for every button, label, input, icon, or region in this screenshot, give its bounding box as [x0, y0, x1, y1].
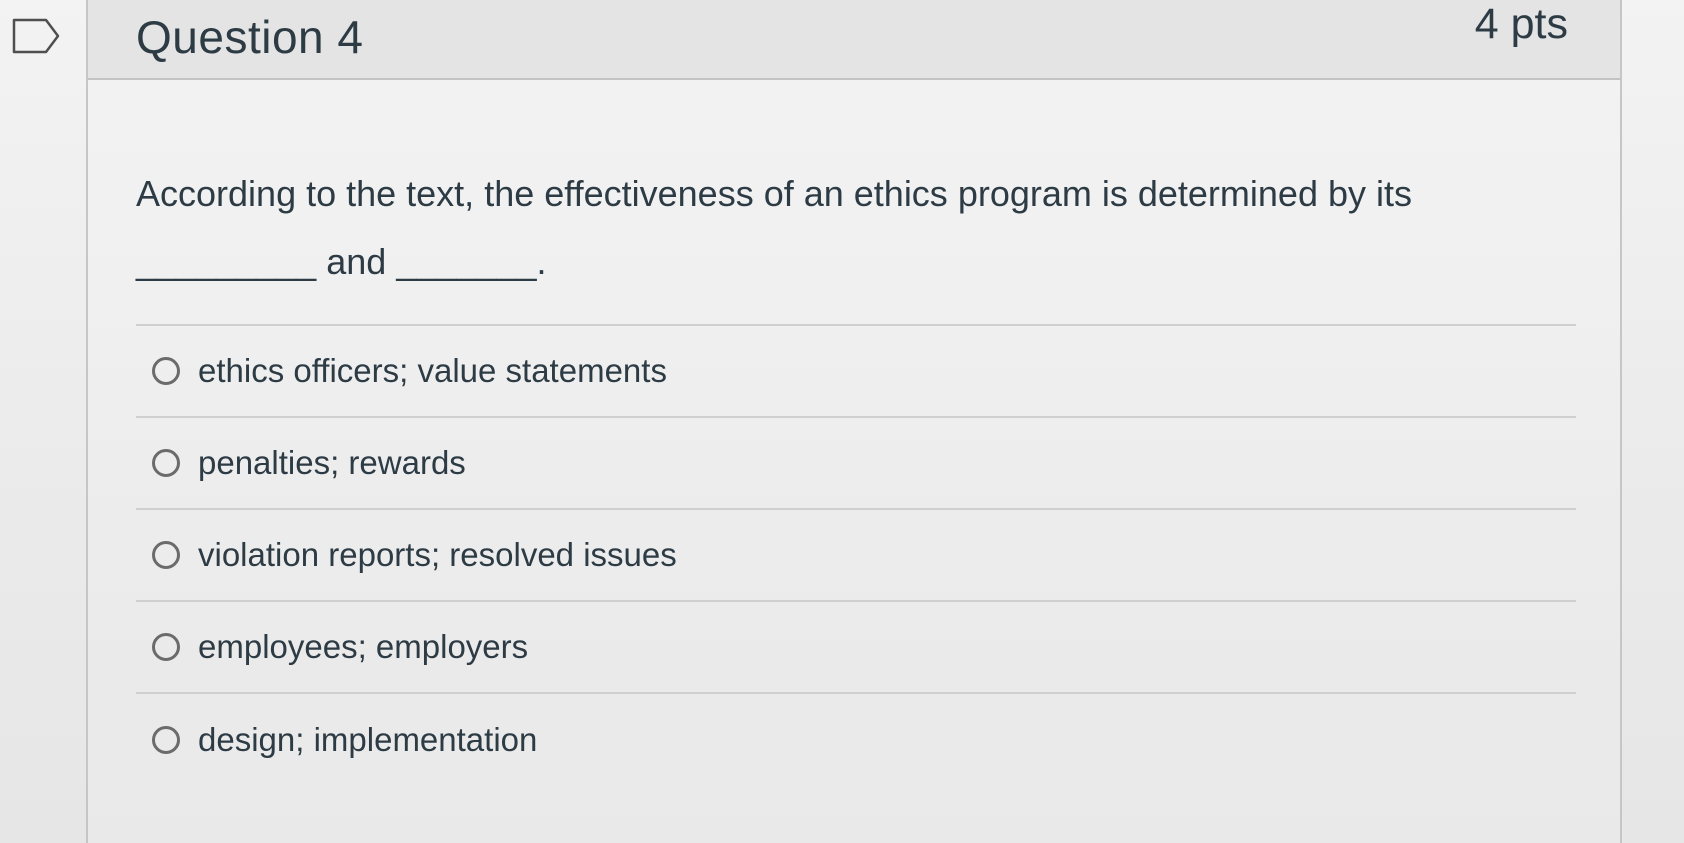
radio-button[interactable]	[152, 726, 180, 754]
question-title: Question 4	[136, 11, 364, 63]
answer-label: design; implementation	[198, 721, 538, 758]
answer-list: ethics officers; value statements penalt…	[136, 324, 1576, 786]
question-text-end: .	[536, 241, 547, 282]
question-card: Question 4 4 pts According to the text, …	[86, 0, 1622, 843]
answer-option[interactable]: ethics officers; value statements	[136, 326, 1576, 418]
answer-label: employees; employers	[198, 628, 529, 665]
radio-button[interactable]	[152, 633, 180, 661]
answer-label: violation reports; resolved issues	[198, 536, 677, 573]
question-text: According to the text, the effectiveness…	[136, 160, 1556, 296]
radio-button[interactable]	[152, 357, 180, 385]
answer-option[interactable]: violation reports; resolved issues	[136, 510, 1576, 602]
question-header: Question 4 4 pts	[88, 0, 1620, 80]
question-text-part2: and	[326, 241, 387, 282]
answer-option[interactable]: employees; employers	[136, 602, 1576, 694]
answer-option[interactable]: penalties; rewards	[136, 418, 1576, 510]
blank-2: _______	[396, 241, 537, 282]
radio-button[interactable]	[152, 449, 180, 477]
answer-option[interactable]: design; implementation	[136, 694, 1576, 786]
answer-label: penalties; rewards	[198, 444, 466, 481]
blank-1: _________	[136, 241, 317, 282]
question-text-part1: According to the text, the effectiveness…	[136, 173, 1412, 214]
radio-button[interactable]	[152, 541, 180, 569]
flag-question-icon[interactable]	[12, 18, 62, 54]
question-points: 4 pts	[1474, 0, 1568, 48]
answer-label: ethics officers; value statements	[198, 352, 667, 389]
